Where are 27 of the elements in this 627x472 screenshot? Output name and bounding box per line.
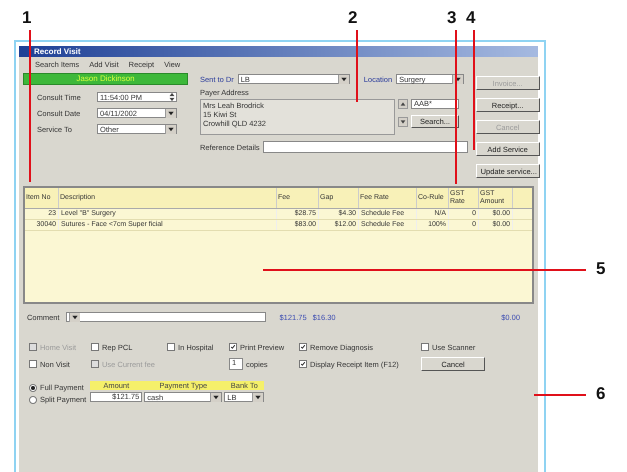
radio-button[interactable] [29, 396, 37, 404]
checkbox[interactable] [421, 343, 429, 351]
patient-banner: Jason Dickinson [23, 73, 188, 85]
leader-line [534, 394, 586, 396]
spinner-arrows-icon[interactable] [168, 92, 176, 102]
checkbox[interactable] [91, 343, 99, 351]
scroll-up-icon[interactable] [398, 99, 408, 109]
callout-number: 4 [466, 8, 476, 28]
checkbox[interactable] [299, 343, 307, 351]
callout-number: 1 [22, 8, 32, 28]
dropdown-arrow-icon[interactable] [165, 124, 176, 134]
checkbox[interactable] [299, 360, 307, 368]
callout-number: 3 [447, 8, 456, 28]
checkbox[interactable] [167, 343, 175, 351]
leader-line [356, 30, 358, 102]
scroll-down-icon[interactable] [398, 117, 408, 127]
callout-number: 6 [596, 384, 606, 404]
callout-number: 2 [348, 8, 358, 28]
comment-field[interactable] [66, 312, 266, 322]
dropdown-arrow-icon[interactable] [165, 108, 176, 118]
checkbox[interactable] [229, 343, 237, 351]
callout-number: 5 [596, 259, 606, 279]
checkbox[interactable] [29, 360, 37, 368]
window-title: Record Visit [33, 47, 81, 56]
dropdown-arrow-icon[interactable] [68, 312, 80, 322]
radio-button[interactable] [29, 384, 37, 392]
reference-field[interactable] [262, 141, 468, 153]
